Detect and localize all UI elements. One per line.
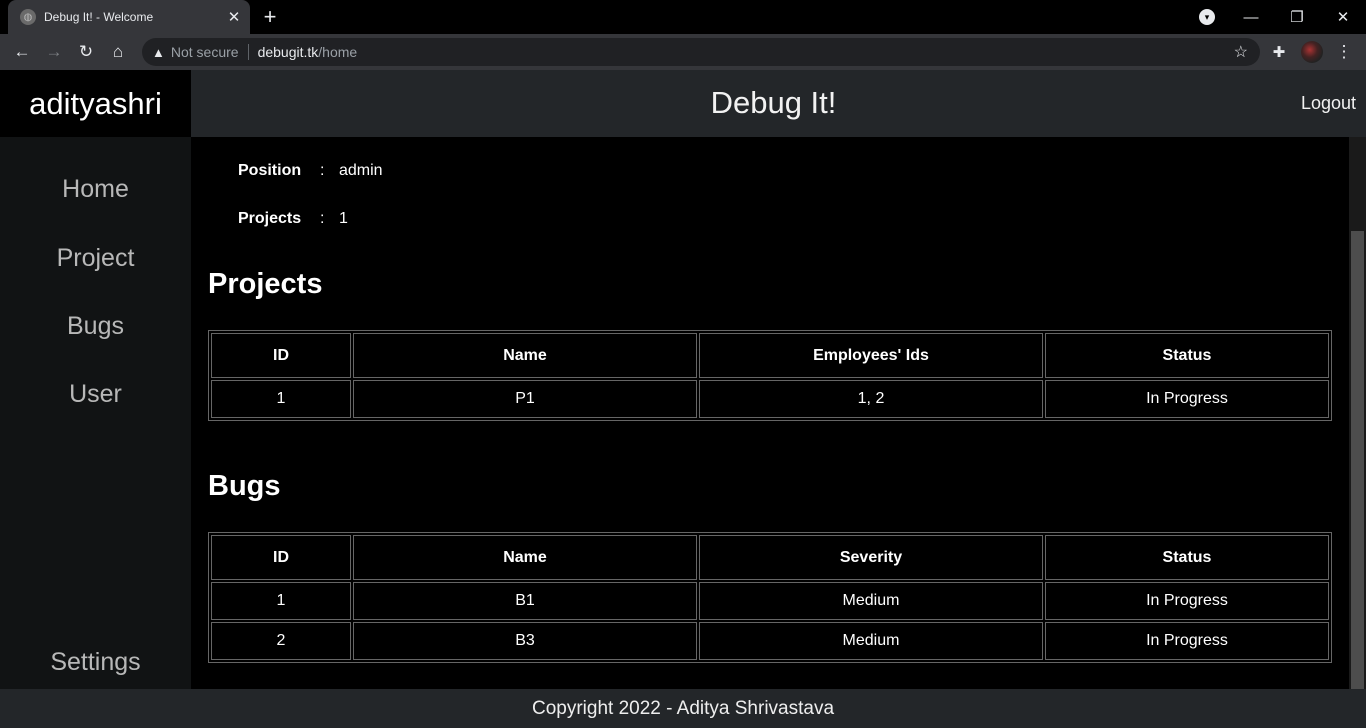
table-row: 2 B3 Medium In Progress [211,622,1329,660]
column-header: Name [353,333,697,378]
extensions-puzzle-icon[interactable]: ✚ [1267,40,1291,64]
url-path: /home [318,44,358,60]
table-row: 1 P1 1, 2 In Progress [211,380,1329,418]
sidebar-item-settings[interactable]: Settings [0,648,191,677]
sidebar-item-bugs[interactable]: Bugs [0,312,191,341]
column-header: Employees' Ids [699,333,1043,378]
table-header-row: ID Name Severity Status [211,535,1329,580]
profile-avatar[interactable] [1301,41,1323,63]
table-header-row: ID Name Employees' Ids Status [211,333,1329,378]
new-tab-button[interactable]: + [258,4,282,29]
globe-icon: ◍ [20,9,36,25]
table-cell: 1, 2 [699,380,1043,418]
bookmark-star-icon[interactable]: ☆ [1234,42,1248,62]
tab-title: Debug It! - Welcome [44,10,154,24]
column-header: Severity [699,535,1043,580]
bugs-heading: Bugs [208,470,281,502]
security-label: Not secure [170,44,239,60]
column-header: ID [211,333,351,378]
tab-search-icon[interactable]: ▾ [1199,9,1215,25]
sidebar-item-home[interactable]: Home [0,175,191,204]
column-header: ID [211,535,351,580]
projects-label: Projects [238,210,302,227]
table-cell: P1 [353,380,697,418]
home-icon[interactable]: ⌂ [106,40,130,64]
table-cell: B3 [353,622,697,660]
site-title: Debug It! [710,85,837,120]
position-value: admin [339,162,383,179]
position-label: Position [238,162,302,179]
table-cell: 2 [211,622,351,660]
browser-tab[interactable]: ◍ Debug It! - Welcome ✕ [8,0,250,34]
restore-icon[interactable]: ❐ [1274,0,1320,34]
reload-icon[interactable]: ↻ [74,40,98,64]
column-header: Status [1045,535,1329,580]
table-row: 1 B1 Medium In Progress [211,582,1329,620]
footer: Copyright 2022 - Aditya Shrivastava [0,689,1366,728]
browser-toolbar: ← → ↻ ⌂ ▲ Not secure debugit.tk/home ☆ ✚… [0,34,1366,70]
table-cell: 1 [211,582,351,620]
table-cell: B1 [353,582,697,620]
table-cell: 1 [211,380,351,418]
address-bar[interactable]: ▲ Not secure debugit.tk/home ☆ [142,38,1260,66]
forward-icon[interactable]: → [42,40,66,64]
bugs-table: ID Name Severity Status 1 B1 Medium In P… [208,532,1332,663]
sidebar-item-project[interactable]: Project [0,244,191,273]
colon: : [320,210,325,227]
brand-username[interactable]: adityashri [0,70,191,137]
table-cell: Medium [699,582,1043,620]
column-header: Status [1045,333,1329,378]
url-host: debugit.tk [257,44,319,60]
sidebar-item-user[interactable]: User [0,380,191,409]
minimize-icon[interactable]: — [1228,0,1274,34]
web-page: adityashri Debug It! Logout Home Project… [0,70,1366,728]
table-cell: In Progress [1045,622,1329,660]
main-content: Position: admin Projects:1 Projects ID Na… [191,137,1349,689]
top-header: Debug It! Logout [191,70,1366,137]
divider [247,44,249,60]
logout-link[interactable]: Logout [1301,93,1356,114]
projects-table: ID Name Employees' Ids Status 1 P1 1, 2 … [208,330,1332,421]
colon: : [320,162,325,179]
table-cell: Medium [699,622,1043,660]
browser-tab-strip: ◍ Debug It! - Welcome ✕ + ▾ — ❐ ✕ [0,0,1366,34]
copyright-text: Copyright 2022 - Aditya Shrivastava [531,697,835,719]
projects-count-row: Projects:1 [238,210,348,228]
close-tab-icon[interactable]: ✕ [224,7,244,27]
warning-icon: ▲ [152,44,165,60]
back-icon[interactable]: ← [10,40,34,64]
sidebar: Home Project Bugs User Settings [0,137,191,689]
scrollbar[interactable] [1349,137,1366,689]
position-row: Position: admin [238,162,383,180]
projects-value: 1 [339,210,348,227]
projects-heading: Projects [208,268,323,300]
column-header: Name [353,535,697,580]
scrollbar-thumb[interactable] [1351,231,1364,689]
window-close-icon[interactable]: ✕ [1320,0,1366,34]
table-cell: In Progress [1045,380,1329,418]
table-cell: In Progress [1045,582,1329,620]
browser-menu-icon[interactable]: ⋮ [1332,40,1356,64]
